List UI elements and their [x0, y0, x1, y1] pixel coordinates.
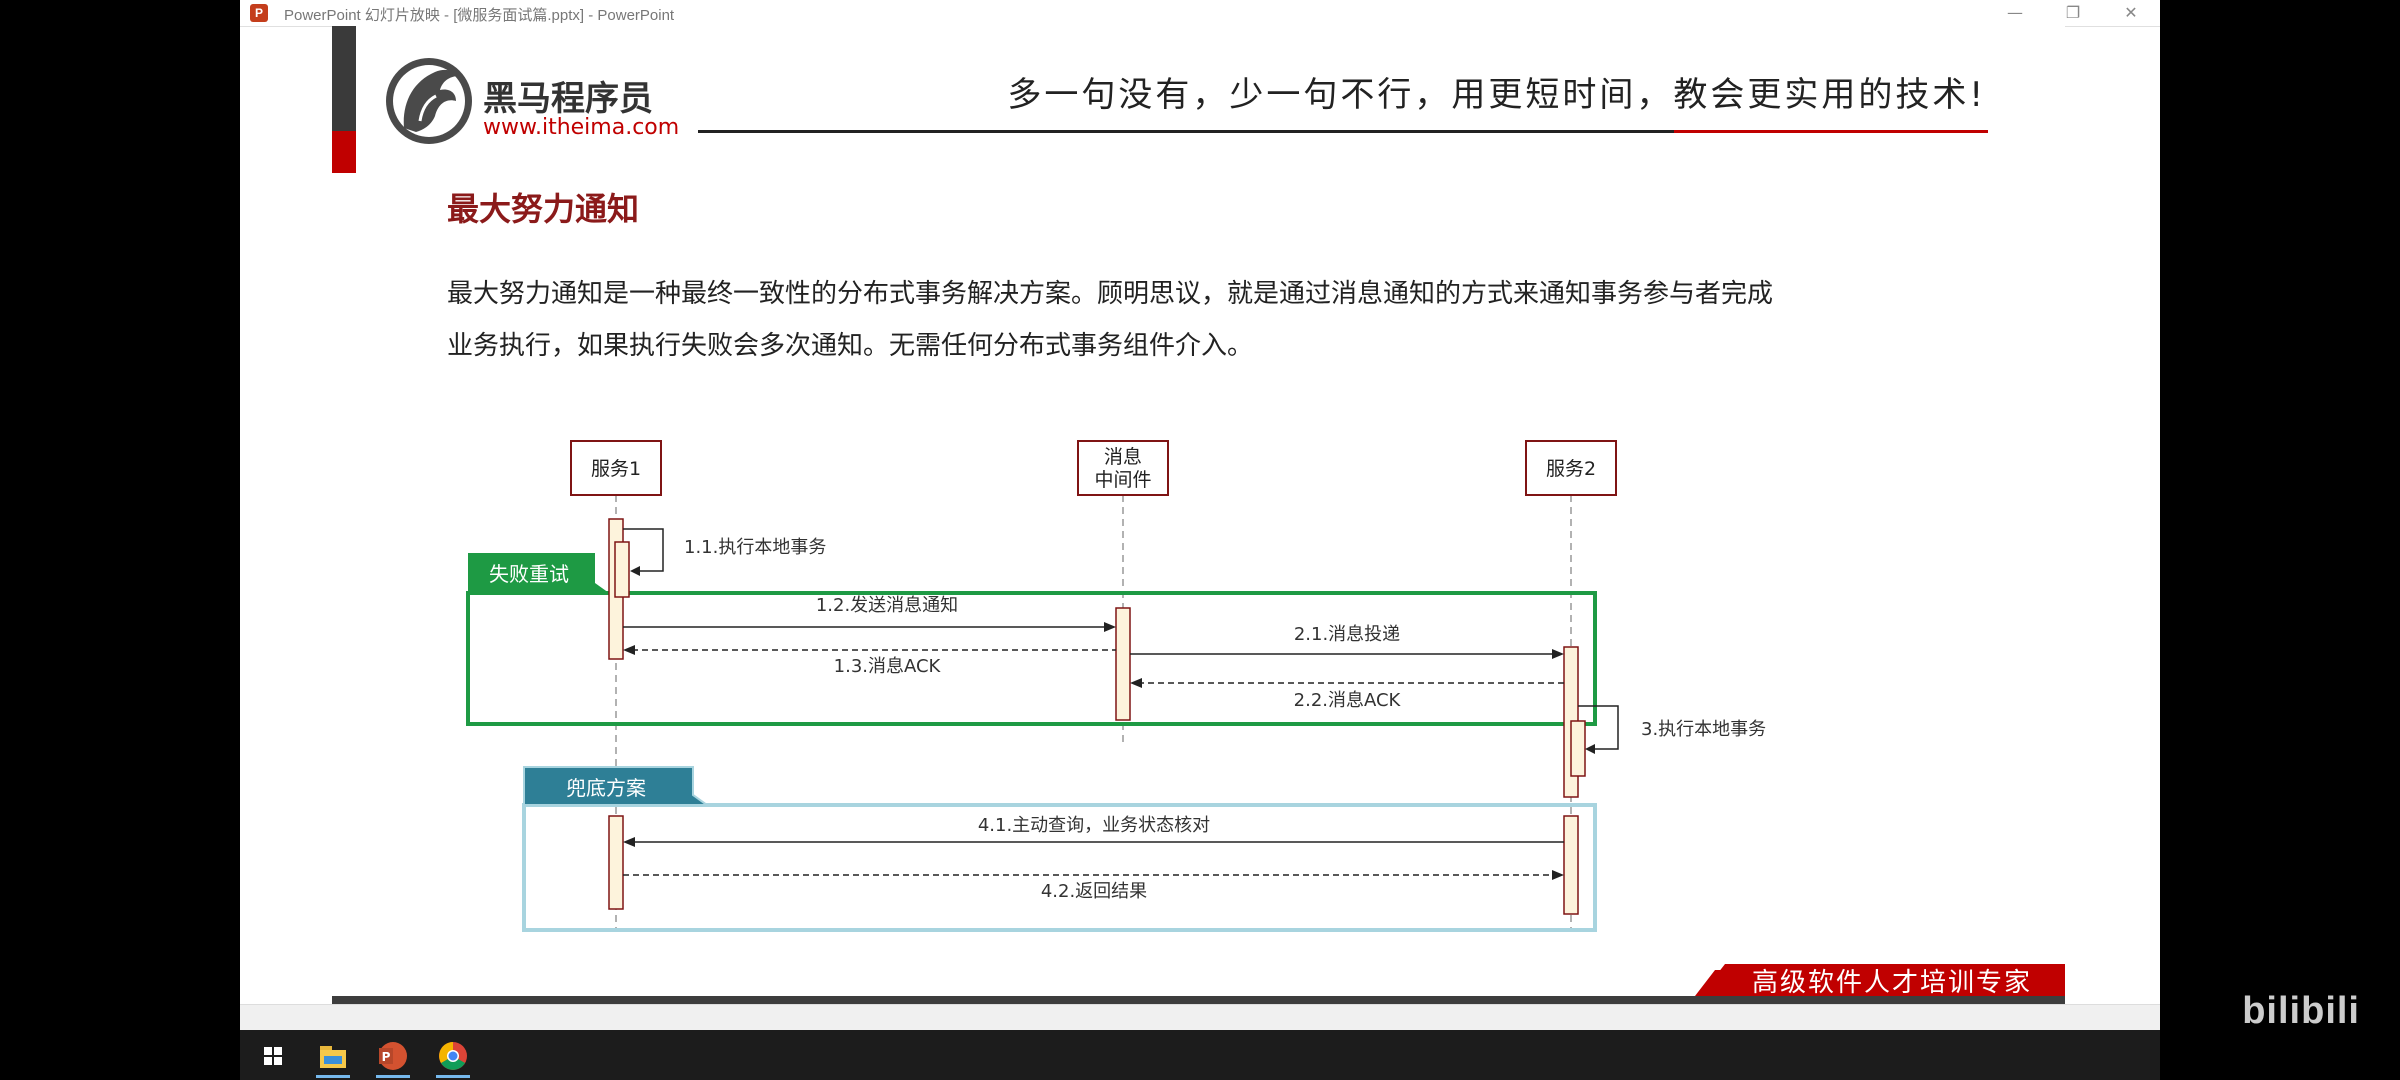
bilibili-watermark: bilibili	[2242, 990, 2360, 1032]
window-title: PowerPoint 幻灯片放映 - [微服务面试篇.pptx] - Power…	[284, 7, 675, 24]
arrow-2-2-head	[1130, 678, 1142, 688]
msg-1-3: 1.3.消息ACK	[834, 656, 942, 677]
file-explorer-icon[interactable]	[310, 1038, 356, 1078]
participant-mq-label-2: 中间件	[1094, 469, 1151, 491]
slide-bottom-edge	[332, 996, 2065, 1004]
arrow-4-2-head	[1552, 870, 1564, 880]
activation-mq	[1115, 607, 1131, 721]
msg-1-1: 1.1.执行本地事务	[684, 537, 826, 558]
msg-2-1: 2.1.消息投递	[1294, 624, 1400, 645]
fallback-group: 兜底方案	[522, 766, 1597, 932]
participant-message-middleware: 消息 中间件	[1077, 440, 1169, 496]
footer-banner-text: 高级软件人才培训专家	[1752, 968, 2032, 996]
participant-service1: 服务1	[570, 440, 662, 496]
arrow-1-2-head	[1104, 622, 1116, 632]
logo-name: 黑马程序员	[483, 79, 653, 119]
logo-url: www.itheima.com	[483, 115, 679, 140]
msg-1-2: 1.2.发送消息通知	[816, 595, 958, 616]
participant-service2: 服务2	[1525, 440, 1617, 496]
msg-2-2: 2.2.消息ACK	[1294, 690, 1402, 711]
retry-group-label: 失败重试	[489, 562, 569, 586]
activation-service2-fallback	[1563, 815, 1579, 915]
powerpoint-icon[interactable]: P	[370, 1038, 416, 1078]
restore-button[interactable]: ❐	[2044, 0, 2102, 26]
participant-service2-label: 服务2	[1546, 458, 1596, 480]
retry-group: 失败重试	[466, 553, 1597, 726]
close-button[interactable]: ✕	[2102, 0, 2160, 26]
chrome-icon[interactable]	[430, 1038, 476, 1078]
arrow-3-head	[1585, 744, 1595, 754]
title-bar: P PowerPoint 幻灯片放映 - [微服务面试篇.pptx] - Pow…	[240, 0, 2160, 27]
itheima-logo	[386, 58, 472, 144]
slogan: 多一句没有，少一句不行，用更短时间，教会更实用的技术!	[1007, 75, 1986, 115]
slideshow-toolbar	[240, 1004, 2160, 1031]
sequence-diagram: 服务1 消息 中间件 服务2 失败重试 兜底方案 1.1.执行本地事务 1.2.…	[466, 440, 1766, 932]
svg-text:P: P	[382, 1050, 391, 1064]
arrow-1-1-head	[630, 566, 640, 576]
slide-canvas[interactable]: 黑马程序员 www.itheima.com 多一句没有，少一句不行，用更短时间，…	[332, 26, 2065, 996]
activation-service2-local	[1570, 720, 1586, 777]
powerpoint-app-icon: P	[250, 4, 268, 22]
powerpoint-window: P PowerPoint 幻灯片放映 - [微服务面试篇.pptx] - Pow…	[240, 0, 2160, 1080]
msg-3: 3.执行本地事务	[1641, 719, 1766, 740]
msg-4-2: 4.2.返回结果	[1041, 881, 1147, 902]
msg-4-1: 4.1.主动查询，业务状态核对	[978, 815, 1210, 836]
body-line-2: 业务执行，如果执行失败会多次通知。无需任何分布式事务组件介入。	[447, 331, 1253, 361]
minimize-button[interactable]: —	[1986, 0, 2044, 26]
fallback-group-label: 兜底方案	[566, 776, 646, 800]
retry-group-frame	[466, 591, 1597, 726]
taskbar: P	[240, 1030, 2160, 1080]
slide-title: 最大努力通知	[447, 190, 639, 228]
left-dark-bar	[332, 26, 356, 131]
activation-service1-local	[614, 541, 630, 598]
arrow-2-1-head	[1552, 649, 1564, 659]
body-line-1: 最大努力通知是一种最终一致性的分布式事务解决方案。顾明思议，就是通过消息通知的方…	[447, 279, 1773, 309]
start-icon[interactable]	[250, 1038, 296, 1074]
arrow-1-3-head	[623, 645, 635, 655]
arrow-4-1-head	[623, 837, 635, 847]
left-red-bar	[332, 131, 356, 173]
participant-mq-label-1: 消息	[1104, 446, 1142, 468]
activation-service1-fallback	[608, 815, 624, 910]
participant-service1-label: 服务1	[591, 458, 641, 480]
slide-svg: 黑马程序员 www.itheima.com 多一句没有，少一句不行，用更短时间，…	[332, 26, 2065, 996]
header-rule-accent	[1674, 130, 1988, 133]
